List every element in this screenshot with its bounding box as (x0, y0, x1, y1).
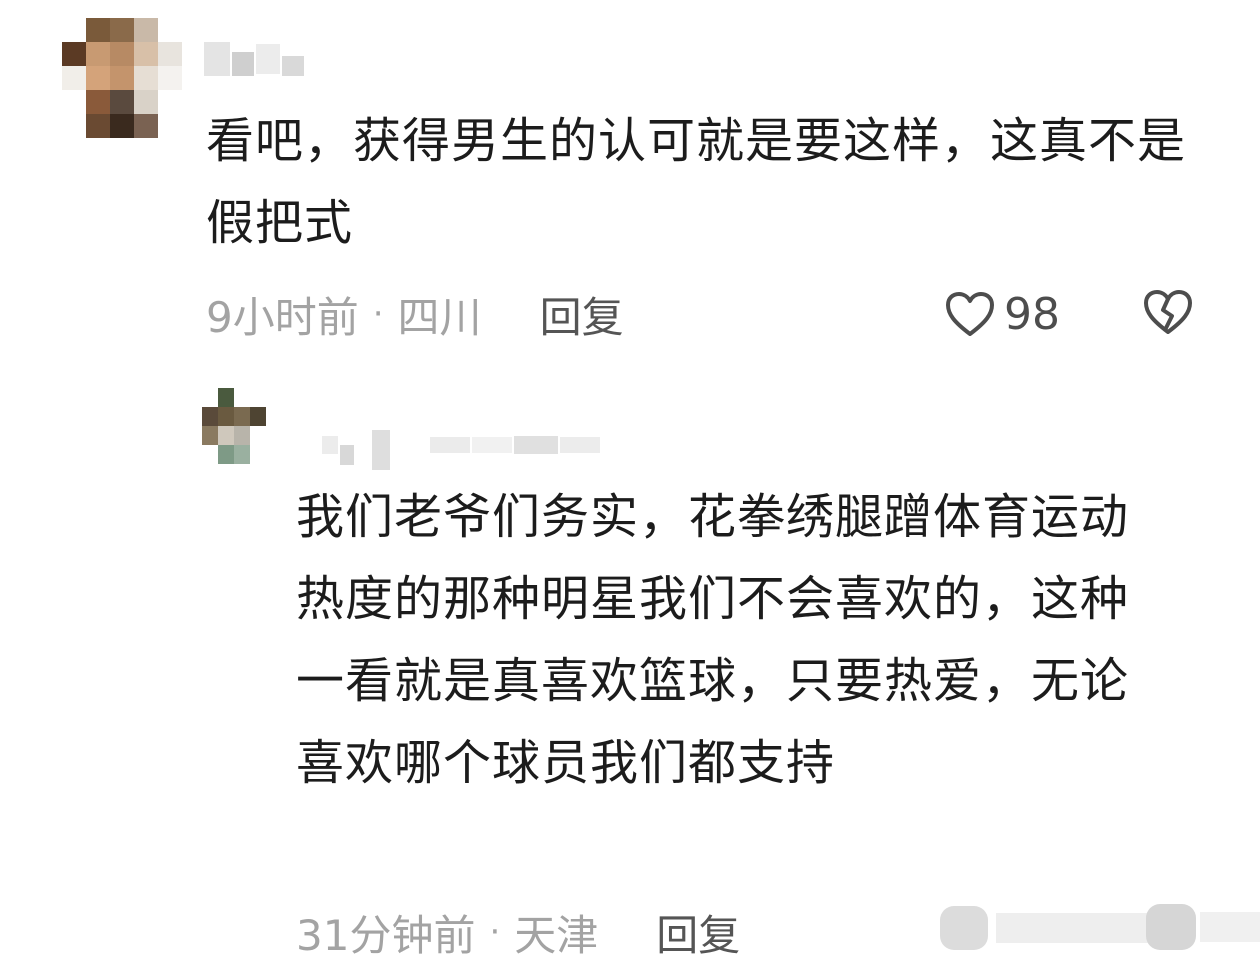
comment-location: 四川 (397, 292, 482, 342)
avatar[interactable] (62, 18, 182, 138)
comment-location: 天津 (514, 910, 599, 960)
like-button[interactable]: 98 (944, 284, 1060, 344)
heart-outline-icon (940, 906, 988, 950)
like-count: 98 (1004, 288, 1060, 340)
broken-heart-icon (1144, 290, 1192, 334)
comment-text: 我们老爷们务实，花拳绣腿蹭体育运动热度的那种明星我们不会喜欢的，这种一看就是真喜… (296, 489, 1130, 791)
dislike-button[interactable] (1142, 288, 1194, 340)
reply-button[interactable]: 回复 (656, 902, 740, 963)
comment-time: 9小时前 (206, 292, 359, 342)
username-masked[interactable] (204, 42, 306, 76)
avatar[interactable] (202, 388, 266, 464)
meta-separator: · (372, 294, 384, 334)
comment-text: 看吧，获得男生的认可就是要这样，这真不是假把式 (206, 113, 1187, 251)
reply-button[interactable]: 回复 (540, 284, 624, 345)
username-masked[interactable] (322, 420, 602, 470)
meta-separator: · (489, 912, 501, 952)
comment-time: 31分钟前 (296, 910, 476, 960)
like-button[interactable] (940, 906, 1156, 950)
comment-meta: 31分钟前 · 天津 回复 (296, 902, 740, 962)
broken-heart-icon (1146, 904, 1196, 950)
dislike-button[interactable] (1146, 904, 1260, 950)
comment-meta: 9小时前 · 四川 回复 (206, 284, 624, 344)
heart-outline-icon (946, 292, 994, 336)
